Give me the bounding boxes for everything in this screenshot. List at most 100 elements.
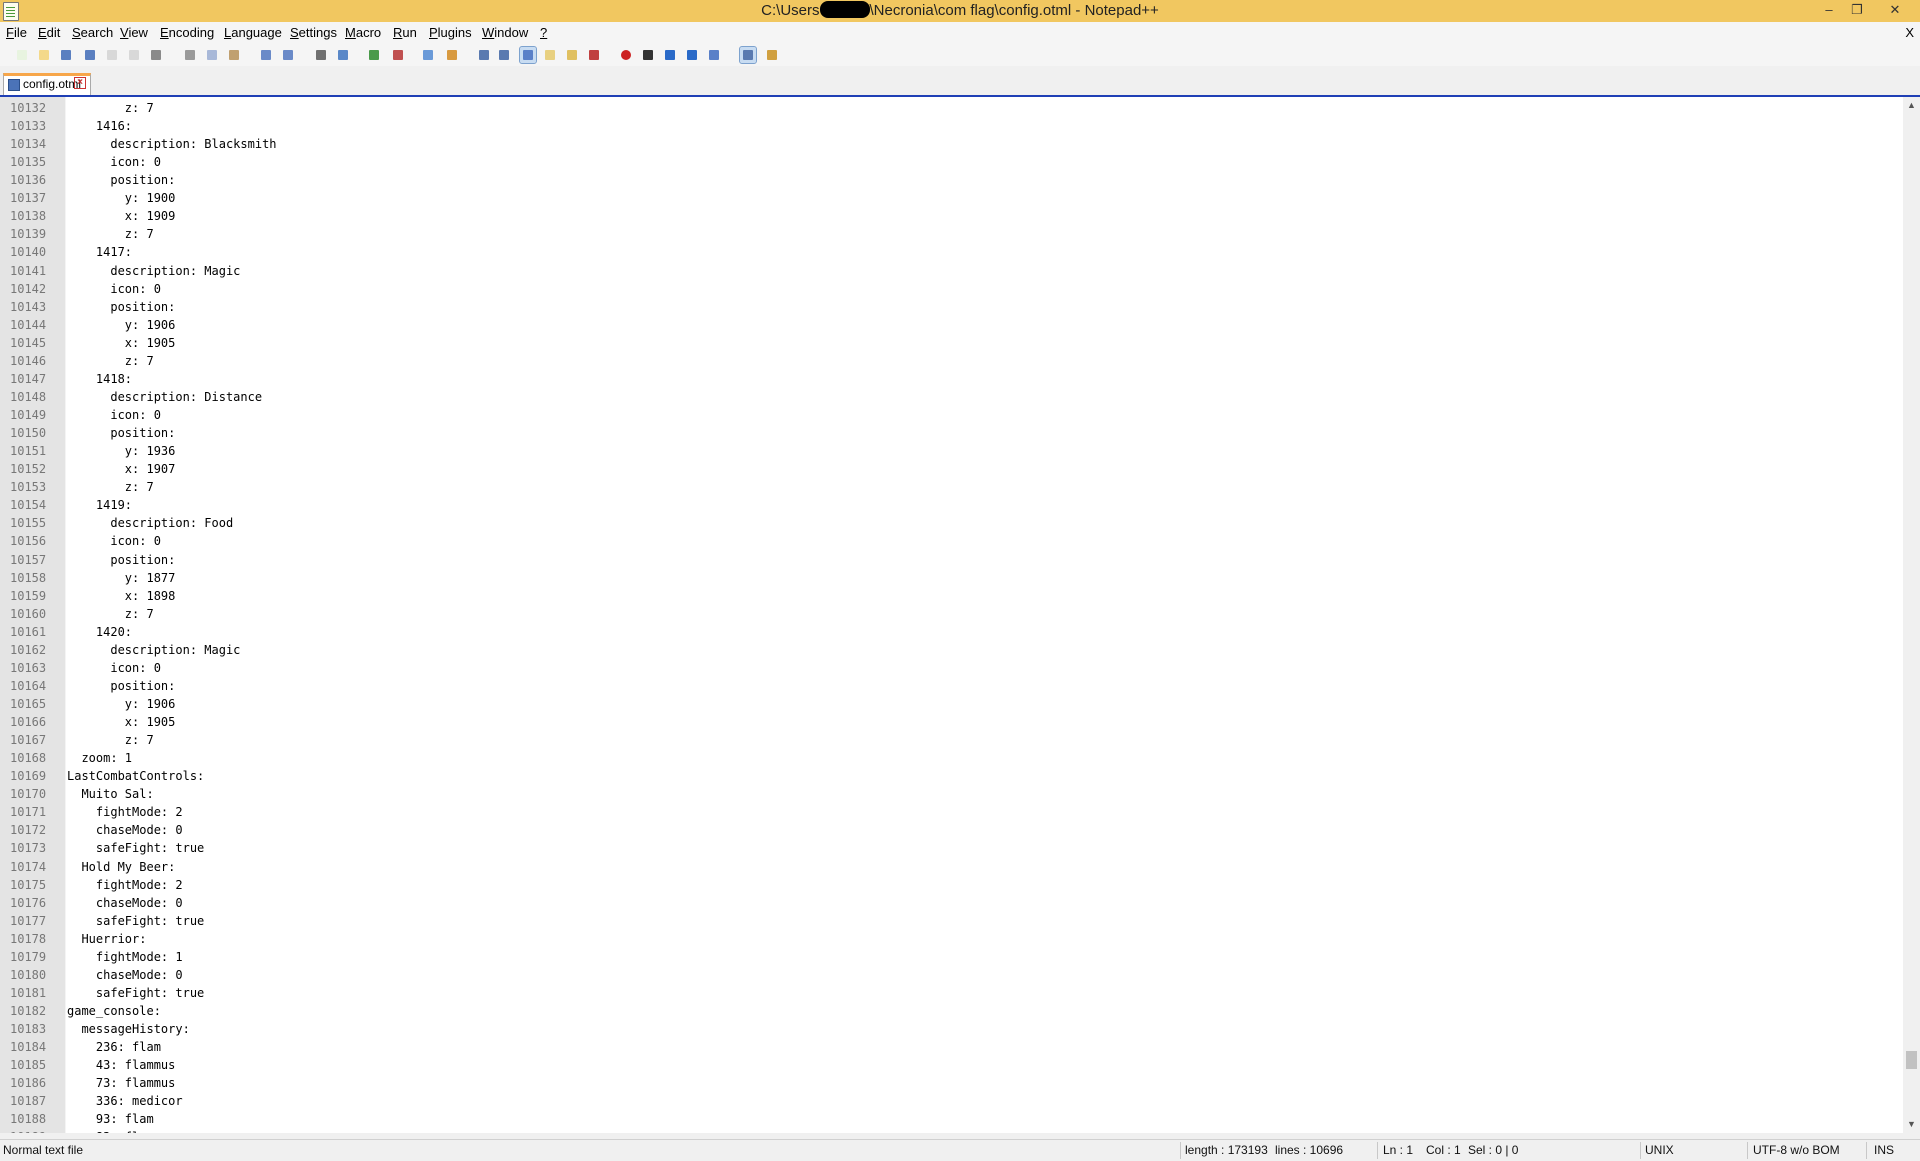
- code-line[interactable]: 10146 z: 7: [0, 352, 1900, 370]
- code-line[interactable]: 10151 y: 1936: [0, 442, 1900, 460]
- status-encoding[interactable]: UTF-8 w/o BOM: [1753, 1140, 1840, 1161]
- code-line[interactable]: 10167 z: 7: [0, 731, 1900, 749]
- function-list-icon[interactable]: [564, 47, 580, 63]
- code-line[interactable]: 10184 236: flam: [0, 1038, 1900, 1056]
- code-line[interactable]: 10144 y: 1906: [0, 316, 1900, 334]
- menu-window[interactable]: Window: [482, 22, 528, 44]
- scroll-thumb[interactable]: [1906, 1051, 1917, 1069]
- macro-save-icon[interactable]: [706, 47, 722, 63]
- indent-guide-icon[interactable]: [519, 46, 537, 64]
- open-file-icon[interactable]: [36, 47, 52, 63]
- zoom-out-icon[interactable]: [390, 47, 406, 63]
- code-line[interactable]: 10145 x: 1905: [0, 334, 1900, 352]
- code-line[interactable]: 10185 43: flammus: [0, 1056, 1900, 1074]
- menu-view[interactable]: View: [120, 22, 148, 44]
- code-line[interactable]: 10162 description: Magic: [0, 641, 1900, 659]
- macro-play-icon[interactable]: [662, 47, 678, 63]
- code-line[interactable]: 10135 icon: 0: [0, 153, 1900, 171]
- code-line[interactable]: 10165 y: 1906: [0, 695, 1900, 713]
- spell-options-icon[interactable]: [764, 47, 780, 63]
- undo-icon[interactable]: [258, 47, 274, 63]
- code-line[interactable]: 10172 chaseMode: 0: [0, 821, 1900, 839]
- code-line[interactable]: 10143 position:: [0, 298, 1900, 316]
- menu-settings[interactable]: Settings: [290, 22, 337, 44]
- show-all-chars-icon[interactable]: [496, 47, 512, 63]
- close-all-icon[interactable]: [126, 47, 142, 63]
- folder-workspace-icon[interactable]: [586, 47, 602, 63]
- close-icon[interactable]: [104, 47, 120, 63]
- scroll-down-icon[interactable]: ▼: [1903, 1116, 1920, 1133]
- code-line[interactable]: 10178 Huerrior:: [0, 930, 1900, 948]
- code-line[interactable]: 10152 x: 1907: [0, 460, 1900, 478]
- close-button[interactable]: ✕: [1882, 0, 1908, 20]
- code-line[interactable]: 10161 1420:: [0, 623, 1900, 641]
- vertical-scrollbar[interactable]: ▲ ▼: [1903, 97, 1920, 1133]
- code-line[interactable]: 10163 icon: 0: [0, 659, 1900, 677]
- code-line[interactable]: 10139 z: 7: [0, 225, 1900, 243]
- code-line[interactable]: 10186 73: flammus: [0, 1074, 1900, 1092]
- code-line[interactable]: 10148 description: Distance: [0, 388, 1900, 406]
- menu-run[interactable]: Run: [393, 22, 417, 44]
- code-line[interactable]: 10156 icon: 0: [0, 532, 1900, 550]
- word-wrap-icon[interactable]: [476, 47, 492, 63]
- close-document-button[interactable]: X: [1905, 22, 1914, 44]
- code-line[interactable]: 10157 position:: [0, 551, 1900, 569]
- code-line[interactable]: 10164 position:: [0, 677, 1900, 695]
- find-icon[interactable]: [313, 47, 329, 63]
- code-line[interactable]: 10168 zoom: 1: [0, 749, 1900, 767]
- code-line[interactable]: 10153 z: 7: [0, 478, 1900, 496]
- code-line[interactable]: 10132 z: 7: [0, 99, 1900, 117]
- code-line[interactable]: 10170 Muito Sal:: [0, 785, 1900, 803]
- menu-file[interactable]: File: [6, 22, 27, 44]
- editor-area[interactable]: 10132 z: 7 10133 1416: 10134 description: …: [0, 97, 1903, 1133]
- code-line[interactable]: 10189 83: flammus: [0, 1128, 1900, 1133]
- code-line[interactable]: 10171 fightMode: 2: [0, 803, 1900, 821]
- menu-search[interactable]: Search: [72, 22, 113, 44]
- code-line[interactable]: 10158 y: 1877: [0, 569, 1900, 587]
- sync-v-icon[interactable]: [420, 47, 436, 63]
- code-line[interactable]: 10149 icon: 0: [0, 406, 1900, 424]
- copy-icon[interactable]: [204, 47, 220, 63]
- restore-button[interactable]: ❐: [1844, 0, 1870, 20]
- code-line[interactable]: 10142 icon: 0: [0, 280, 1900, 298]
- save-icon[interactable]: [58, 47, 74, 63]
- code-line[interactable]: 10181 safeFight: true: [0, 984, 1900, 1002]
- code-line[interactable]: 10160 z: 7: [0, 605, 1900, 623]
- menu-language[interactable]: Language: [224, 22, 282, 44]
- status-insert-mode[interactable]: INS: [1874, 1140, 1894, 1161]
- code-line[interactable]: 10141 description: Magic: [0, 262, 1900, 280]
- macro-stop-icon[interactable]: [640, 47, 656, 63]
- code-line[interactable]: 10147 1418:: [0, 370, 1900, 388]
- paste-icon[interactable]: [226, 47, 242, 63]
- code-line[interactable]: 10175 fightMode: 2: [0, 876, 1900, 894]
- replace-icon[interactable]: [335, 47, 351, 63]
- menu-plugins[interactable]: Plugins: [429, 22, 472, 44]
- zoom-in-icon[interactable]: [366, 47, 382, 63]
- code-line[interactable]: 10174 Hold My Beer:: [0, 858, 1900, 876]
- code-line[interactable]: 10187 336: medicor: [0, 1092, 1900, 1110]
- code-line[interactable]: 10155 description: Food: [0, 514, 1900, 532]
- menu-macro[interactable]: Macro: [345, 22, 381, 44]
- menu-help[interactable]: ?: [540, 22, 547, 44]
- minimize-button[interactable]: –: [1816, 0, 1842, 20]
- status-eol[interactable]: UNIX: [1645, 1140, 1674, 1161]
- code-line[interactable]: 10166 x: 1905: [0, 713, 1900, 731]
- menu-edit[interactable]: Edit: [38, 22, 60, 44]
- cut-icon[interactable]: [182, 47, 198, 63]
- code-line[interactable]: 10179 fightMode: 1: [0, 948, 1900, 966]
- code-line[interactable]: 10182 game_console:: [0, 1002, 1900, 1020]
- macro-record-icon[interactable]: [618, 47, 634, 63]
- code-line[interactable]: 10176 chaseMode: 0: [0, 894, 1900, 912]
- code-line[interactable]: 10169 LastCombatControls:: [0, 767, 1900, 785]
- macro-run-multiple-icon[interactable]: [684, 47, 700, 63]
- code-line[interactable]: 10159 x: 1898: [0, 587, 1900, 605]
- code-line[interactable]: 10188 93: flam: [0, 1110, 1900, 1128]
- code-line[interactable]: 10183 messageHistory:: [0, 1020, 1900, 1038]
- spellcheck-icon[interactable]: [739, 46, 757, 64]
- code-line[interactable]: 10137 y: 1900: [0, 189, 1900, 207]
- code-line[interactable]: 10173 safeFight: true: [0, 839, 1900, 857]
- redo-icon[interactable]: [280, 47, 296, 63]
- save-all-icon[interactable]: [82, 47, 98, 63]
- sync-h-icon[interactable]: [444, 47, 460, 63]
- new-file-icon[interactable]: [14, 47, 30, 63]
